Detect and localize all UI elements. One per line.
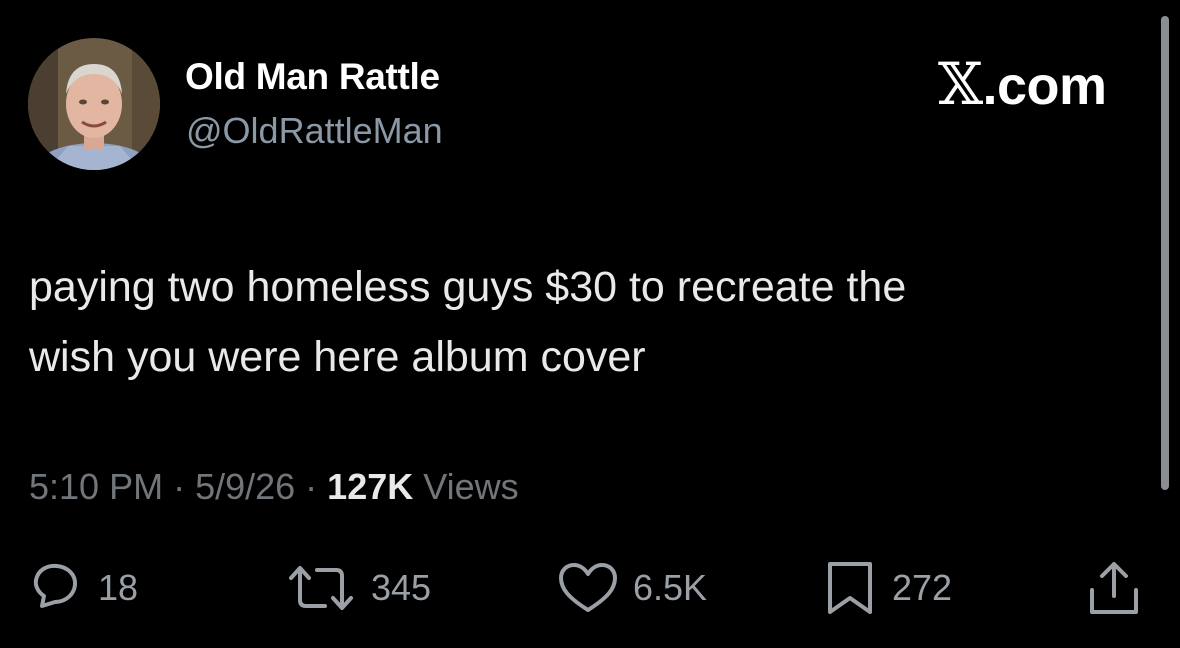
brand-suffix: .com	[982, 56, 1108, 116]
author-display-name[interactable]: Old Man Rattle	[185, 56, 440, 98]
bookmark-icon	[828, 562, 872, 614]
tweet-date[interactable]: 5/9/26	[195, 466, 295, 507]
meta-separator: ·	[163, 466, 196, 507]
like-count: 6.5K	[633, 567, 708, 608]
brand-watermark: 𝕏.com	[938, 50, 1107, 118]
reply-button[interactable]: 18	[28, 560, 138, 616]
tweet-text: paying two homeless guys $30 to recreate…	[29, 263, 907, 381]
repost-button[interactable]: 345	[285, 560, 431, 616]
bookmark-count: 272	[892, 567, 953, 608]
like-button[interactable]: 6.5K	[557, 560, 707, 616]
share-icon	[1090, 562, 1138, 614]
x-logo-icon: 𝕏	[938, 50, 983, 118]
reply-count: 18	[98, 567, 139, 608]
tweet-meta: 5:10 PM · 5/9/26 · 127K Views	[29, 466, 519, 508]
retweet-icon	[289, 566, 353, 610]
heart-icon	[559, 563, 617, 612]
views-label: Views	[413, 466, 519, 507]
repost-count: 345	[371, 567, 432, 608]
reply-bubble-icon	[33, 563, 78, 608]
share-button[interactable]	[1086, 560, 1142, 616]
avatar-photo	[28, 38, 160, 170]
meta-separator: ·	[295, 466, 328, 507]
scrollbar[interactable]	[1161, 16, 1169, 490]
author-handle[interactable]: @OldRattleMan	[186, 110, 443, 152]
author-avatar[interactable]	[28, 38, 160, 170]
bookmark-button[interactable]: 272	[822, 560, 952, 616]
tweet-time[interactable]: 5:10 PM	[29, 466, 163, 507]
views-count: 127K	[327, 466, 414, 507]
